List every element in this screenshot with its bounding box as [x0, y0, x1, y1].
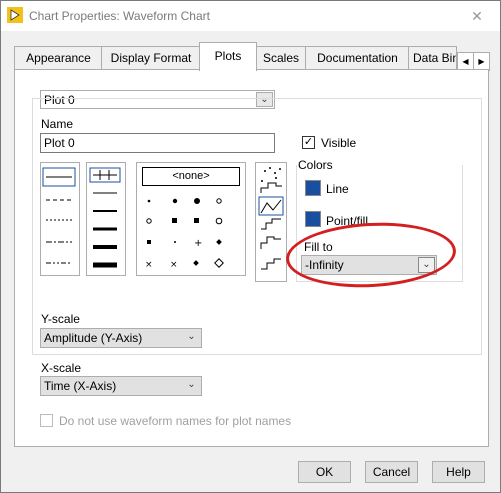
- point-style-options: + × ×: [145, 198, 224, 270]
- line-style-palette[interactable]: [40, 162, 80, 276]
- point-fill-color-swatch[interactable]: [305, 211, 321, 227]
- tab-bar: Appearance Display Format Plots Scales D…: [14, 42, 490, 71]
- waveform-names-label: Do not use waveform names for plot names: [59, 414, 292, 428]
- cancel-button[interactable]: Cancel: [365, 461, 418, 483]
- chevron-right-icon: ▶: [478, 57, 485, 66]
- chevron-down-icon: ⌄: [187, 379, 196, 390]
- plot-name-value: Plot 0: [44, 136, 75, 150]
- chart-properties-dialog: Chart Properties: Waveform Chart ✕ Appea…: [0, 0, 501, 493]
- line-width-options: [89, 167, 121, 268]
- svg-text:+: +: [194, 238, 202, 249]
- visible-label: Visible: [321, 136, 357, 150]
- close-button[interactable]: ✕: [454, 1, 500, 31]
- line-style-options: [42, 167, 76, 264]
- interpolation-palette[interactable]: [255, 162, 287, 282]
- chevron-left-icon: ◀: [462, 57, 469, 66]
- tab-scales[interactable]: Scales: [255, 46, 307, 70]
- waveform-names-checkbox[interactable]: [40, 414, 53, 427]
- x-scale-value: Time (X-Axis): [44, 379, 117, 393]
- checkmark-icon: ✓: [303, 136, 314, 148]
- svg-text:×: ×: [145, 260, 153, 270]
- interpolation-options: [258, 167, 284, 270]
- svg-text:×: ×: [170, 260, 178, 270]
- x-scale-dropdown[interactable]: Time (X-Axis) ⌄: [40, 376, 202, 396]
- tab-appearance[interactable]: Appearance: [14, 46, 103, 70]
- help-button[interactable]: Help: [432, 461, 485, 483]
- line-color-swatch[interactable]: [305, 180, 321, 196]
- y-scale-label: Y-scale: [41, 312, 80, 326]
- visible-checkbox[interactable]: ✓: [302, 136, 315, 149]
- tab-plots[interactable]: Plots: [199, 42, 257, 71]
- window-title: Chart Properties: Waveform Chart: [29, 9, 210, 23]
- point-style-palette[interactable]: <none> + × ×: [136, 162, 246, 276]
- plot-name-input[interactable]: Plot 0: [40, 133, 275, 153]
- y-scale-value: Amplitude (Y-Axis): [44, 331, 143, 345]
- y-scale-dropdown[interactable]: Amplitude (Y-Axis) ⌄: [40, 328, 202, 348]
- ok-button[interactable]: OK: [298, 461, 351, 483]
- close-icon: ✕: [471, 8, 483, 24]
- tab-documentation[interactable]: Documentation: [305, 46, 410, 70]
- title-bar: Chart Properties: Waveform Chart ✕: [1, 1, 500, 31]
- line-color-label: Line: [326, 182, 349, 196]
- tab-display-format[interactable]: Display Format: [101, 46, 201, 70]
- name-label: Name: [41, 117, 74, 131]
- line-width-palette[interactable]: [86, 162, 126, 276]
- tab-data-binding[interactable]: Data Bin: [408, 46, 457, 69]
- labview-app-icon: [7, 7, 23, 23]
- x-scale-label: X-scale: [41, 361, 82, 375]
- chevron-down-icon: ⌄: [187, 331, 196, 342]
